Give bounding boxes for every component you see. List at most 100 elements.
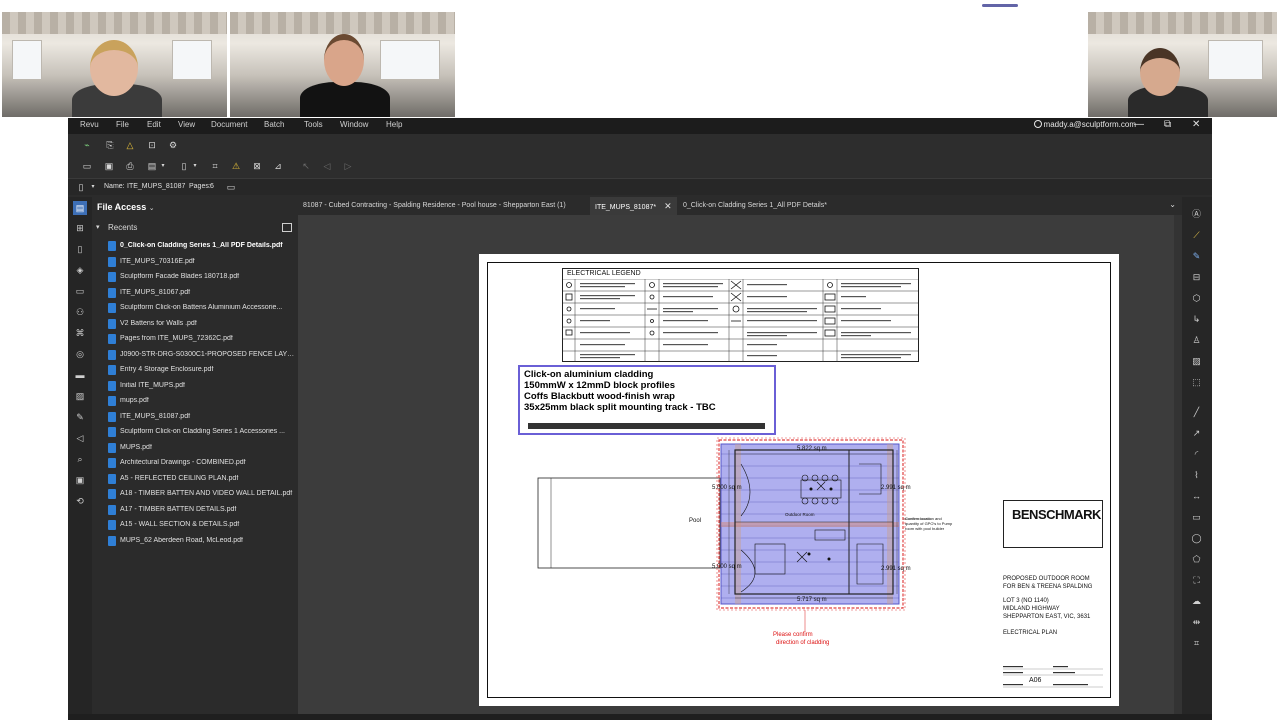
recent-file-item[interactable]: MUPS.pdf (108, 441, 296, 457)
participant-video-1[interactable] (2, 12, 227, 117)
chevron-down-icon[interactable]: ⌄ (149, 205, 155, 212)
save-as-icon[interactable]: ▤ (147, 161, 157, 171)
recent-file-item[interactable]: MUPS_62 Aberdeen Road, McLeod.pdf (108, 534, 296, 550)
recent-file-item[interactable]: Architectural Drawings - COMBINED.pdf (108, 456, 296, 472)
forward-icon[interactable]: ▷ (343, 161, 353, 171)
length-icon[interactable]: ⇹ (1191, 617, 1202, 628)
attach-icon[interactable]: ⎘ (105, 140, 115, 150)
callout-icon[interactable]: ↳ (1191, 314, 1202, 325)
menu-document[interactable]: Document (211, 120, 247, 129)
markups-icon[interactable]: ⚇ (75, 307, 85, 317)
recent-file-item[interactable]: V2 Battens for Walls .pdf (108, 317, 296, 333)
link-icon[interactable]: ⌁ (82, 140, 92, 150)
print-icon[interactable]: ⎙ (125, 161, 135, 171)
open-folder-icon[interactable]: ▭ (82, 161, 92, 171)
menu-help[interactable]: Help (386, 120, 402, 129)
bookmarks-icon[interactable]: ▯ (75, 244, 85, 254)
layers-icon[interactable]: ◈ (75, 265, 85, 275)
toolbox-icon[interactable]: ▭ (75, 286, 85, 296)
recent-file-item[interactable]: A5 - REFLECTED CEILING PLAN.pdf (108, 472, 296, 488)
menu-tools[interactable]: Tools (304, 120, 323, 129)
dimension-icon[interactable]: ↔ (1191, 491, 1202, 502)
back-icon[interactable]: ◁ (322, 161, 332, 171)
recent-file-item[interactable]: A15 - WALL SECTION & DETAILS.pdf (108, 518, 296, 534)
page-icon[interactable]: ▭ (226, 182, 236, 192)
save-icon[interactable]: ▣ (104, 161, 114, 171)
tab-spalding-residence[interactable]: 81087 - Cubed Contracting - Spalding Res… (298, 197, 571, 215)
count-icon[interactable]: ⌗ (1191, 638, 1202, 649)
grid-snap-icon[interactable]: ⊠ (252, 161, 262, 171)
drawing-sheet[interactable]: ELECTRICAL LEGEND Click-on aluminium cla… (479, 254, 1119, 706)
user-markup-icon[interactable]: ♙ (1191, 335, 1202, 346)
highlight-icon[interactable]: ⟋ (1191, 230, 1202, 241)
image-icon[interactable]: ▨ (1191, 356, 1202, 367)
measure-icon[interactable]: ⊿ (273, 161, 283, 171)
close-tab-icon[interactable]: ✕ (664, 201, 672, 211)
recents-label[interactable]: Recents (108, 223, 137, 232)
recent-file-item[interactable]: A17 - TIMBER BATTEN DETAILS.pdf (108, 503, 296, 519)
recent-file-item[interactable]: Entry 4 Storage Enclosure.pdf (108, 363, 296, 379)
menu-view[interactable]: View (178, 120, 195, 129)
signatures-icon[interactable]: ⌘ (75, 328, 85, 338)
document-icon[interactable]: ▯ (76, 182, 86, 192)
text-box-icon[interactable]: Ⓐ (1191, 209, 1202, 220)
recent-file-item[interactable]: ITE_MUPS_81067.pdf (108, 286, 296, 302)
collapse-caret-icon[interactable]: ▾ (96, 223, 100, 231)
close-button[interactable]: ✕ (1192, 119, 1200, 130)
rectangle-icon[interactable]: ▭ (1191, 512, 1202, 523)
vertical-scrollbar[interactable] (1174, 215, 1182, 720)
thumbnails-icon[interactable]: ⊞ (75, 223, 85, 233)
properties-icon[interactable]: ✎ (75, 412, 85, 422)
minimize-button[interactable]: — (1134, 119, 1144, 130)
recent-file-item[interactable]: A18 - TIMBER BATTEN AND VIDEO WALL DETAI… (108, 487, 296, 503)
sets-icon[interactable]: ▣ (75, 475, 85, 485)
search-icon[interactable]: ⌕ (75, 454, 85, 464)
area-icon[interactable]: ⛶ (1191, 575, 1202, 586)
recent-file-item[interactable]: J0900-STR-DRG-S0300C1-PROPOSED FENCE LAY… (108, 348, 296, 364)
ellipse-icon[interactable]: ◯ (1191, 533, 1202, 544)
cloud-icon[interactable]: ☁ (1191, 596, 1202, 607)
file-access-icon[interactable]: ▤ (73, 201, 87, 215)
list-view-icon[interactable] (282, 223, 292, 232)
bell-icon[interactable]: △ (125, 140, 135, 150)
links-icon[interactable]: ⟲ (75, 496, 85, 506)
participant-video-3[interactable] (1088, 12, 1277, 117)
arc-icon[interactable]: ◜ (1191, 449, 1202, 460)
chevron-down-icon[interactable]: ▾ (158, 161, 168, 171)
recent-file-item[interactable]: Sculptform Click-on Cladding Series 1 Ac… (108, 425, 296, 441)
user-account[interactable]: maddy.a@sculptform.com (1033, 120, 1136, 129)
recent-file-item[interactable]: Initial ITE_MUPS.pdf (108, 379, 296, 395)
tab-overflow-chevron-icon[interactable]: ⌄ (1169, 200, 1176, 209)
menu-window[interactable]: Window (340, 120, 368, 129)
menu-revu[interactable]: Revu (80, 120, 99, 129)
line-icon[interactable]: ╱ (1191, 407, 1202, 418)
studio-icon[interactable]: ◎ (75, 349, 85, 359)
forms-icon[interactable]: ▨ (75, 391, 85, 401)
snapshot-icon[interactable]: ⊡ (147, 140, 157, 150)
participant-video-2[interactable] (230, 12, 455, 117)
chevron-down-icon[interactable]: ▾ (88, 182, 98, 192)
recent-file-item[interactable]: mups.pdf (108, 394, 296, 410)
prev-view-icon[interactable]: ↖ (301, 161, 311, 171)
polygon-icon[interactable]: ⬠ (1191, 554, 1202, 565)
settings-icon[interactable]: ⚙ (168, 140, 178, 150)
tab-click-on-cladding[interactable]: 0_Click-on Cladding Series 1_All PDF Det… (678, 197, 832, 215)
menu-batch[interactable]: Batch (264, 120, 284, 129)
restore-button[interactable]: ⧉ (1164, 119, 1171, 130)
crop-icon[interactable]: ⌗ (210, 161, 220, 171)
measurements-icon[interactable]: ▬ (75, 370, 85, 380)
recent-file-item[interactable]: 0_Click-on Cladding Series 1_All PDF Det… (108, 239, 296, 255)
stamp-icon[interactable]: ⊟ (1191, 272, 1202, 283)
tab-ite-mups-81087[interactable]: ITE_MUPS_81087* ✕ (590, 197, 677, 215)
alert-icon[interactable]: ⚠ (231, 161, 241, 171)
chevron-down-icon[interactable]: ▾ (190, 161, 200, 171)
recent-file-item[interactable]: ITE_MUPS_70316E.pdf (108, 255, 296, 271)
recent-file-item[interactable]: ITE_MUPS_81087.pdf (108, 410, 296, 426)
polyline-icon[interactable]: ⌇ (1191, 470, 1202, 481)
arrow-icon[interactable]: ↗ (1191, 428, 1202, 439)
new-page-icon[interactable]: ▯ (179, 161, 189, 171)
recent-file-item[interactable]: Sculptform Facade Blades 180718.pdf (108, 270, 296, 286)
menu-edit[interactable]: Edit (147, 120, 161, 129)
shape-icon[interactable]: ⬡ (1191, 293, 1202, 304)
pen-icon[interactable]: ✎ (1191, 251, 1202, 262)
